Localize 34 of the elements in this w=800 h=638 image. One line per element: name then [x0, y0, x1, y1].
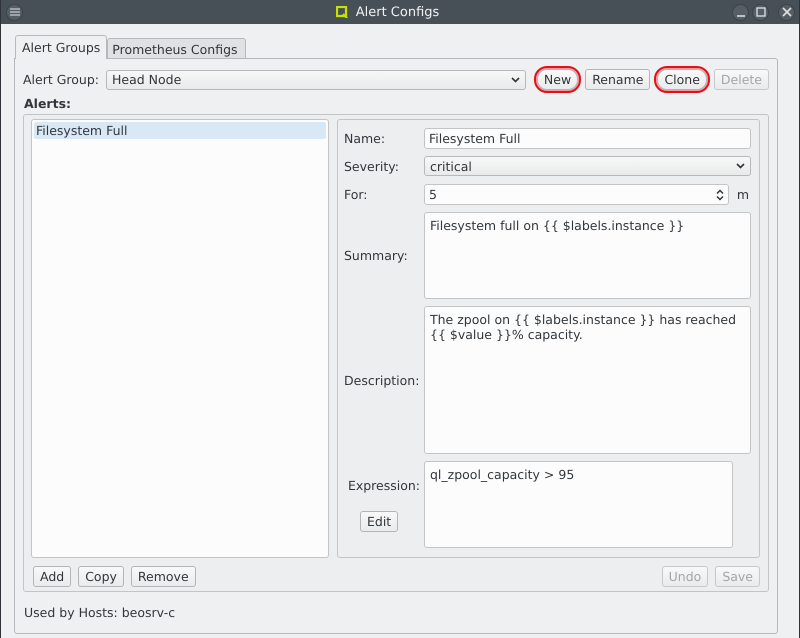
close-icon[interactable] — [778, 4, 795, 20]
severity-dropdown[interactable]: critical — [424, 156, 751, 176]
name-label: Name: — [344, 131, 386, 146]
group-button[interactable]: Clone — [657, 69, 707, 90]
list-button[interactable]: Remove — [130, 566, 196, 587]
alert-group-label: Alert Group: — [23, 72, 99, 87]
expression-label: Expression: — [348, 478, 420, 492]
list-button[interactable]: Copy — [78, 566, 124, 587]
edit-button[interactable]: Edit — [360, 510, 398, 532]
window-title: Alert Configs — [356, 4, 440, 20]
alerts-heading: Alerts: — [24, 96, 72, 111]
app-icon — [336, 6, 348, 18]
alert-item[interactable]: Filesystem Full — [34, 122, 326, 139]
maximize-icon[interactable] — [752, 4, 769, 20]
tab[interactable]: Alert Groups — [15, 35, 108, 59]
expression-field[interactable]: ql_zpool_capacity > 95 — [424, 461, 733, 548]
name-field[interactable]: Filesystem Full — [424, 128, 751, 149]
description-label: Description: — [344, 372, 420, 388]
hosts-status: Used by Hosts: beosrv-c — [24, 605, 176, 620]
for-spinbox[interactable]: 5 — [424, 184, 729, 205]
for-label: For: — [344, 187, 369, 202]
description-field[interactable]: The zpool on {{ $labels.instance }} has reached {{ $value }}% capacity. — [424, 306, 751, 454]
tab[interactable]: Prometheus Configs — [107, 38, 246, 58]
severity-label: Severity: — [344, 159, 400, 174]
group-button[interactable]: Rename — [585, 69, 650, 90]
unit-label: m — [736, 187, 749, 202]
alert-group-dropdown[interactable]: Head Node — [106, 70, 526, 90]
menu-icon[interactable] — [6, 4, 23, 20]
summary-field[interactable]: Filesystem full on {{ $labels.instance }} — [424, 212, 751, 299]
summary-label: Summary: — [344, 248, 409, 263]
minimize-icon[interactable] — [732, 4, 749, 20]
spin-arrows-icon[interactable] — [716, 188, 724, 200]
group-button[interactable]: New — [536, 69, 578, 90]
list-button[interactable]: Add — [33, 566, 72, 587]
